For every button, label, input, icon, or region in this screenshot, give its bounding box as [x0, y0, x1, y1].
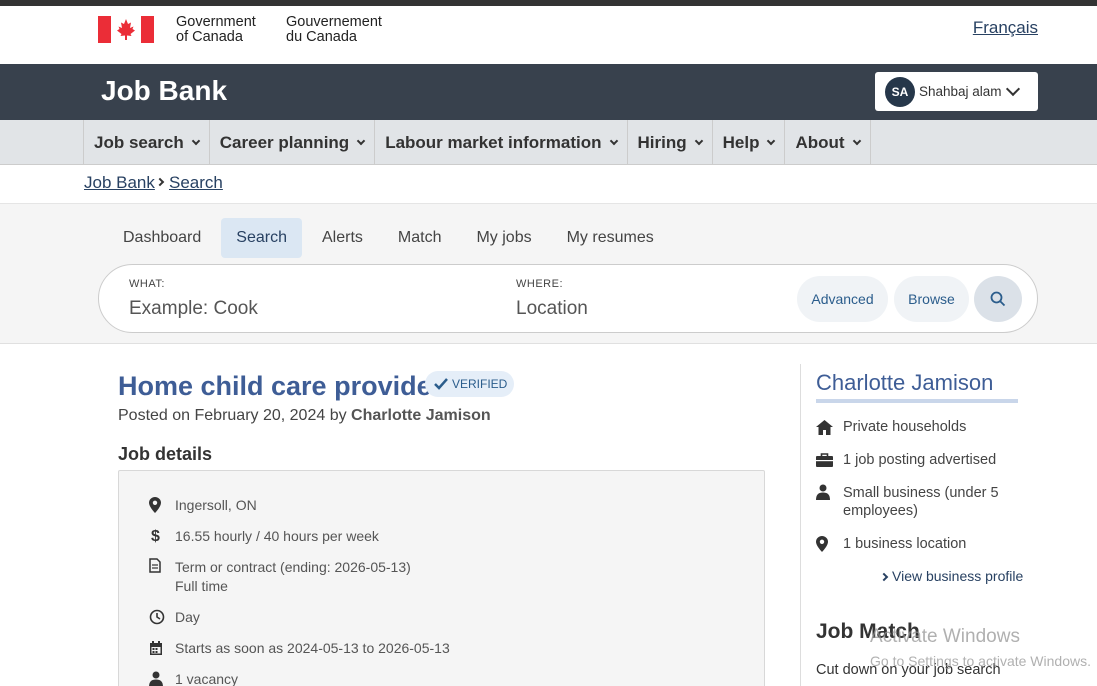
map-marker-icon — [816, 536, 828, 552]
job-bank-header: Job Bank SA Shahbaj alam — [0, 64, 1097, 120]
chevron-down-icon — [356, 136, 366, 145]
menu-item-career-planning[interactable]: Career planning — [208, 120, 374, 165]
employer-size: Small business (under 5 employees) — [816, 484, 1021, 520]
breadcrumb-search-link[interactable]: Search — [169, 173, 223, 193]
breadcrumb-job-bank-link[interactable]: Job Bank — [84, 173, 155, 193]
search-icon — [990, 291, 1006, 307]
chevron-down-icon — [1005, 81, 1020, 97]
canada-flag-icon[interactable] — [98, 16, 154, 43]
dollar-icon: $ — [151, 527, 160, 545]
chevron-down-icon — [852, 136, 861, 145]
user-menu-button[interactable]: SA Shahbaj alam — [875, 72, 1038, 111]
tab-match[interactable]: Match — [383, 218, 457, 258]
chevron-down-icon — [767, 136, 776, 145]
government-banner: Government of Canada Gouvernement du Can… — [0, 6, 1097, 64]
chevron-right-icon — [879, 572, 889, 582]
job-salary: $ 16.55 hourly / 40 hours per week — [151, 527, 379, 545]
government-name-english[interactable]: Government of Canada — [176, 15, 256, 45]
breadcrumb: Job Bank Search — [0, 165, 1097, 203]
windows-activation-watermark: Activate Windows — [870, 626, 1020, 647]
employer-name: Charlotte Jamison — [351, 407, 491, 424]
job-terms: Term or contract (ending: 2026-05-13) Ful… — [149, 558, 411, 596]
tab-dashboard[interactable]: Dashboard — [108, 218, 216, 258]
search-button[interactable] — [974, 276, 1022, 322]
language-toggle-link[interactable]: Français — [973, 18, 1038, 38]
sidebar-divider — [800, 364, 801, 686]
where-input[interactable]: Location — [516, 298, 816, 320]
job-title: Home child care provider — [118, 371, 443, 401]
employer-card-name: Charlotte Jamison — [816, 370, 994, 395]
chevron-right-icon — [155, 177, 165, 187]
tab-my-jobs[interactable]: My jobs — [461, 218, 546, 258]
employer-locations: 1 business location — [816, 535, 1021, 553]
view-business-profile-link[interactable]: View business profile — [879, 568, 1023, 584]
section-tabs: Dashboard Search Alerts Match My jobs My… — [108, 218, 674, 258]
job-vacancy: 1 vacancy — [149, 670, 238, 686]
tab-search[interactable]: Search — [221, 218, 302, 258]
tab-my-resumes[interactable]: My resumes — [552, 218, 669, 258]
verified-badge: VERIFIED — [425, 371, 514, 397]
government-name-french[interactable]: Gouvernement du Canada — [286, 15, 382, 45]
tab-alerts[interactable]: Alerts — [307, 218, 378, 258]
advanced-search-button[interactable]: Advanced — [797, 276, 888, 322]
search-panel: Dashboard Search Alerts Match My jobs My… — [0, 203, 1097, 344]
job-location: Ingersoll, ON — [149, 496, 257, 515]
windows-activation-subtext: Go to Settings to activate Windows. — [870, 653, 1091, 669]
person-icon — [816, 484, 830, 500]
menu-item-about[interactable]: About — [784, 120, 871, 165]
menu-item-help[interactable]: Help — [711, 120, 785, 165]
menu-item-hiring[interactable]: Hiring — [626, 120, 712, 165]
briefcase-icon — [816, 453, 833, 467]
avatar: SA — [885, 76, 915, 107]
main-menu: Job search Career planning Labour market… — [0, 120, 1097, 165]
house-icon — [816, 419, 833, 435]
job-details-heading: Job details — [118, 444, 213, 464]
employer-name-underline — [816, 399, 1018, 403]
menu-item-labour-market-information[interactable]: Labour market information — [374, 120, 626, 165]
clock-icon — [149, 609, 165, 625]
what-label: WHAT: — [129, 278, 165, 290]
where-label: WHERE: — [516, 278, 563, 290]
employer-postings: 1 job posting advertised — [816, 451, 1021, 469]
browse-button[interactable]: Browse — [894, 276, 969, 322]
employer-industry: Private households — [816, 418, 1021, 436]
job-shift: Day — [149, 608, 200, 627]
posted-date: Posted on February 20, 2024 by Charlotte… — [118, 407, 491, 424]
map-marker-icon — [149, 497, 161, 513]
checkmark-icon — [434, 378, 448, 390]
menu-item-job-search[interactable]: Job search — [83, 120, 209, 165]
chevron-down-icon — [609, 136, 618, 145]
document-icon — [149, 558, 161, 573]
chevron-down-icon — [694, 136, 703, 145]
search-box: WHAT: Example: Cook WHERE: Location Adva… — [98, 264, 1038, 333]
site-title[interactable]: Job Bank — [101, 75, 227, 107]
what-input[interactable]: Example: Cook — [129, 298, 429, 320]
calendar-icon — [150, 640, 162, 655]
user-name: Shahbaj alam — [919, 84, 1002, 99]
person-icon — [149, 671, 163, 686]
chevron-down-icon — [191, 136, 201, 145]
job-details-box: Ingersoll, ON $ 16.55 hourly / 40 hours … — [118, 470, 765, 686]
job-start-date: Starts as soon as 2024-05-13 to 2026-05-… — [149, 639, 450, 658]
